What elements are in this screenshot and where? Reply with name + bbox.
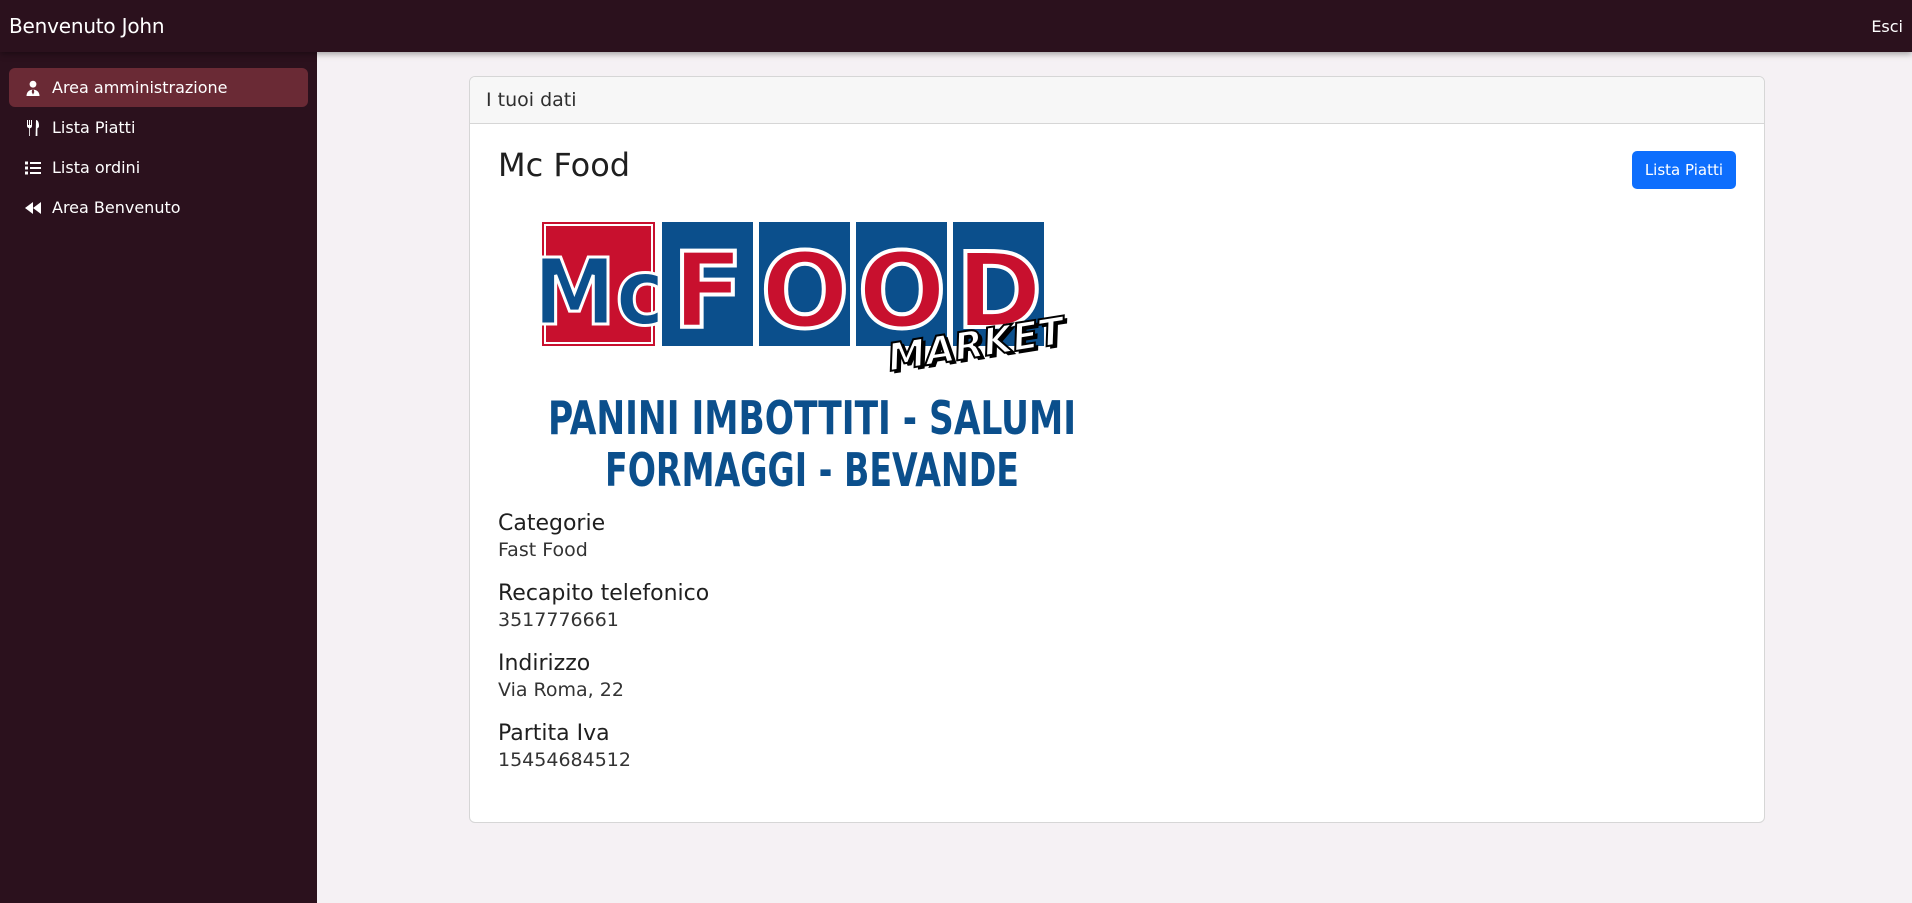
logout-link[interactable]: Esci	[1871, 17, 1903, 36]
detail-value: Via Roma, 22	[498, 679, 624, 701]
detail-label: Partita Iva	[498, 721, 610, 746]
mc-food-logo: Mc F O O D MARKET MARKET PANINI IMBOTTIT…	[542, 222, 1076, 490]
details-list: Categorie Fast Food Recapito telefonico …	[498, 510, 709, 790]
sidebar-item-area-amministrazione[interactable]: Area amministrazione	[9, 68, 308, 107]
lista-piatti-button[interactable]: Lista Piatti	[1631, 151, 1736, 189]
logo-letter-2: O	[761, 230, 849, 352]
shop-title: Mc Food	[498, 146, 631, 184]
welcome-text: Benvenuto John	[9, 14, 165, 38]
backward-icon	[23, 200, 43, 216]
sidebar-item-lista-piatti[interactable]: Lista Piatti	[9, 108, 308, 147]
detail-partita-iva: Partita Iva 15454684512	[498, 720, 709, 772]
utensils-icon	[23, 119, 43, 136]
detail-value: Fast Food	[498, 539, 588, 561]
sidebar-item-label: Area amministrazione	[52, 78, 228, 97]
list-icon	[23, 160, 43, 176]
card-header: I tuoi dati	[470, 77, 1764, 124]
detail-value: 15454684512	[498, 749, 631, 771]
detail-label: Indirizzo	[498, 651, 591, 676]
detail-label: Recapito telefonico	[498, 581, 710, 606]
detail-value: 3517776661	[498, 609, 619, 631]
logo-mc-text: Mc	[542, 239, 665, 346]
sidebar-item-area-benvenuto[interactable]: Area Benvenuto	[9, 188, 308, 227]
sidebar-item-label: Area Benvenuto	[52, 198, 181, 217]
user-data-card: I tuoi dati Mc Food Lista Piatti Mc F O …	[469, 76, 1765, 823]
top-navbar: Benvenuto John Esci	[0, 0, 1912, 52]
detail-categorie: Categorie Fast Food	[498, 510, 709, 562]
detail-label: Categorie	[498, 511, 606, 536]
logo-line-1: PANINI IMBOTTITI - SALUMI	[548, 391, 1076, 445]
logo-letter-1: F	[672, 230, 743, 352]
user-tie-icon	[23, 80, 43, 96]
detail-indirizzo: Indirizzo Via Roma, 22	[498, 650, 709, 702]
sidebar-item-label: Lista Piatti	[52, 118, 136, 137]
detail-recapito-telefonico: Recapito telefonico 3517776661	[498, 580, 709, 632]
logo-line-2: FORMAGGI - BEVANDE	[605, 443, 1019, 490]
sidebar-item-label: Lista ordini	[52, 158, 141, 177]
sidebar-item-lista-ordini[interactable]: Lista ordini	[9, 148, 308, 187]
sidebar: Area amministrazione Lista Piatti Lista …	[0, 52, 317, 903]
